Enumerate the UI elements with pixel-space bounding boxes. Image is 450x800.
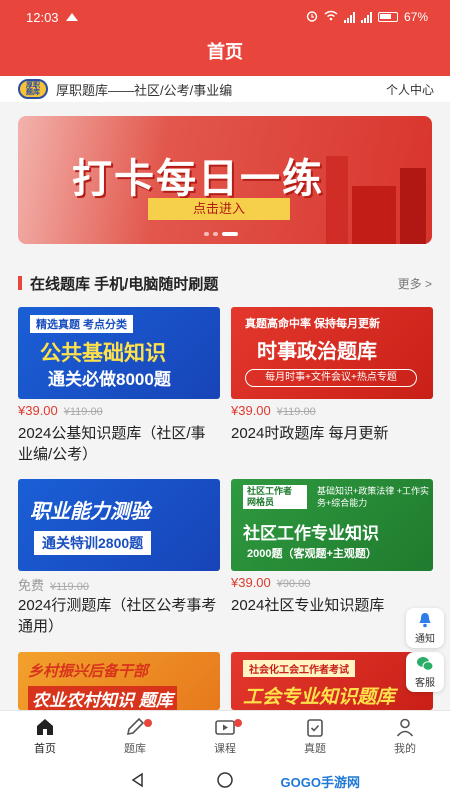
- banner-carousel[interactable]: 打卡每日一练 点击进入: [18, 116, 432, 244]
- video-icon: [215, 719, 235, 735]
- product-price: 免费 ¥119.00: [18, 578, 89, 593]
- user-icon: [396, 718, 414, 737]
- bell-icon: [416, 612, 434, 628]
- product-thumbnail[interactable]: 社会化工会工作者考试 工会专业知识题库: [231, 652, 433, 710]
- brand-logo: 厚职 题库: [18, 79, 48, 99]
- nav-courses[interactable]: 课程: [180, 711, 270, 760]
- page-title: 首页: [207, 42, 243, 62]
- product-thumbnail[interactable]: 职业能力测验 通关特训2800题: [18, 479, 220, 571]
- nav-past-papers[interactable]: 真题: [270, 711, 360, 760]
- product-card[interactable]: 精选真题 考点分类 公共基础知识 通关必做8000题 ¥39.00 ¥119.0…: [18, 307, 220, 465]
- back-icon[interactable]: [130, 772, 146, 788]
- brand-row: 厚职 题库 厚职题库——社区/公考/事业编 个人中心: [0, 76, 450, 102]
- alarm-icon: [306, 10, 318, 25]
- banner-building-decoration: [400, 168, 426, 244]
- brand-name: 厚职题库——社区/公考/事业编: [56, 82, 233, 98]
- product-card[interactable]: 真题高命中率 保持每月更新 时事政治题库 每月时事+文件会议+热点专题 ¥39.…: [231, 307, 433, 444]
- carousel-dots: [204, 232, 238, 236]
- product-card[interactable]: 社会化工会工作者考试 工会专业知识题库: [231, 652, 433, 710]
- carousel-dot: [213, 232, 218, 236]
- home-icon: [37, 718, 53, 735]
- product-title[interactable]: 2024公基知识题库（社区/事业编/公考）: [18, 423, 220, 465]
- product-title[interactable]: 2024时政题库 每月更新: [231, 423, 433, 444]
- section-header: 在线题库 手机/电脑随时刷题 更多 >: [18, 268, 432, 298]
- nav-home[interactable]: 首页: [0, 711, 90, 760]
- signal-icon: [343, 11, 355, 23]
- clipboard-check-icon: [307, 718, 323, 737]
- wechat-icon: [416, 656, 434, 672]
- top-bar: 12:03 67% 首页: [0, 0, 450, 76]
- system-nav-bar: [0, 760, 450, 800]
- badge-dot: [234, 719, 242, 727]
- product-price: ¥39.00 ¥90.00: [231, 575, 311, 590]
- app-notification-icon: [65, 10, 79, 25]
- status-bar: 12:03 67%: [0, 0, 450, 34]
- nav-question-bank[interactable]: 题库: [90, 711, 180, 760]
- signal-icon-2: [360, 11, 372, 23]
- more-link[interactable]: 更多 >: [398, 275, 432, 292]
- product-thumbnail[interactable]: 社区工作者 网格员 基础知识+政策法律 +工作实务+综合能力 社区工作专业知识 …: [231, 479, 433, 571]
- section-title: 在线题库 手机/电脑随时刷题: [30, 275, 219, 293]
- product-thumbnail[interactable]: 乡村振兴后备干部 农业农村知识 题库: [18, 652, 220, 710]
- product-title[interactable]: 2024行测题库（社区公考事考通用）: [18, 595, 220, 637]
- pencil-icon: [126, 717, 145, 735]
- badge-dot: [144, 719, 152, 727]
- user-center-link[interactable]: 个人中心: [386, 81, 434, 98]
- section-accent-bar: [18, 276, 22, 290]
- battery-percent: 67%: [403, 10, 428, 24]
- bottom-nav: 首页 题库 课程 真题 我的: [0, 710, 450, 760]
- status-time: 12:03: [26, 9, 59, 25]
- product-card[interactable]: 职业能力测验 通关特训2800题 免费 ¥119.00 2024行测题库（社区公…: [18, 479, 220, 637]
- product-price: ¥39.00 ¥119.00: [231, 403, 316, 418]
- product-title[interactable]: 2024社区专业知识题库: [231, 595, 433, 616]
- wifi-icon: [324, 10, 338, 24]
- product-card[interactable]: 社区工作者 网格员 基础知识+政策法律 +工作实务+综合能力 社区工作专业知识 …: [231, 479, 433, 616]
- notice-float-button[interactable]: 通知: [406, 608, 444, 648]
- product-thumbnail[interactable]: 真题高命中率 保持每月更新 时事政治题库 每月时事+文件会议+热点专题: [231, 307, 433, 399]
- banner-building-decoration: [326, 156, 348, 244]
- nav-profile[interactable]: 我的: [360, 711, 450, 760]
- home-circle-icon[interactable]: [216, 771, 234, 789]
- product-thumbnail[interactable]: 精选真题 考点分类 公共基础知识 通关必做8000题: [18, 307, 220, 399]
- product-card[interactable]: 乡村振兴后备干部 农业农村知识 题库: [18, 652, 220, 710]
- banner-headline: 打卡每日一练: [72, 157, 324, 201]
- carousel-dot-active: [222, 232, 238, 236]
- battery-icon: [377, 12, 398, 22]
- product-price: ¥39.00 ¥119.00: [18, 403, 103, 418]
- watermark: GOGO手游网: [280, 775, 360, 790]
- carousel-dot: [204, 232, 209, 236]
- banner-building-decoration: [352, 186, 396, 244]
- banner-enter-button[interactable]: 点击进入: [148, 198, 290, 220]
- service-float-button[interactable]: 客服: [406, 652, 444, 692]
